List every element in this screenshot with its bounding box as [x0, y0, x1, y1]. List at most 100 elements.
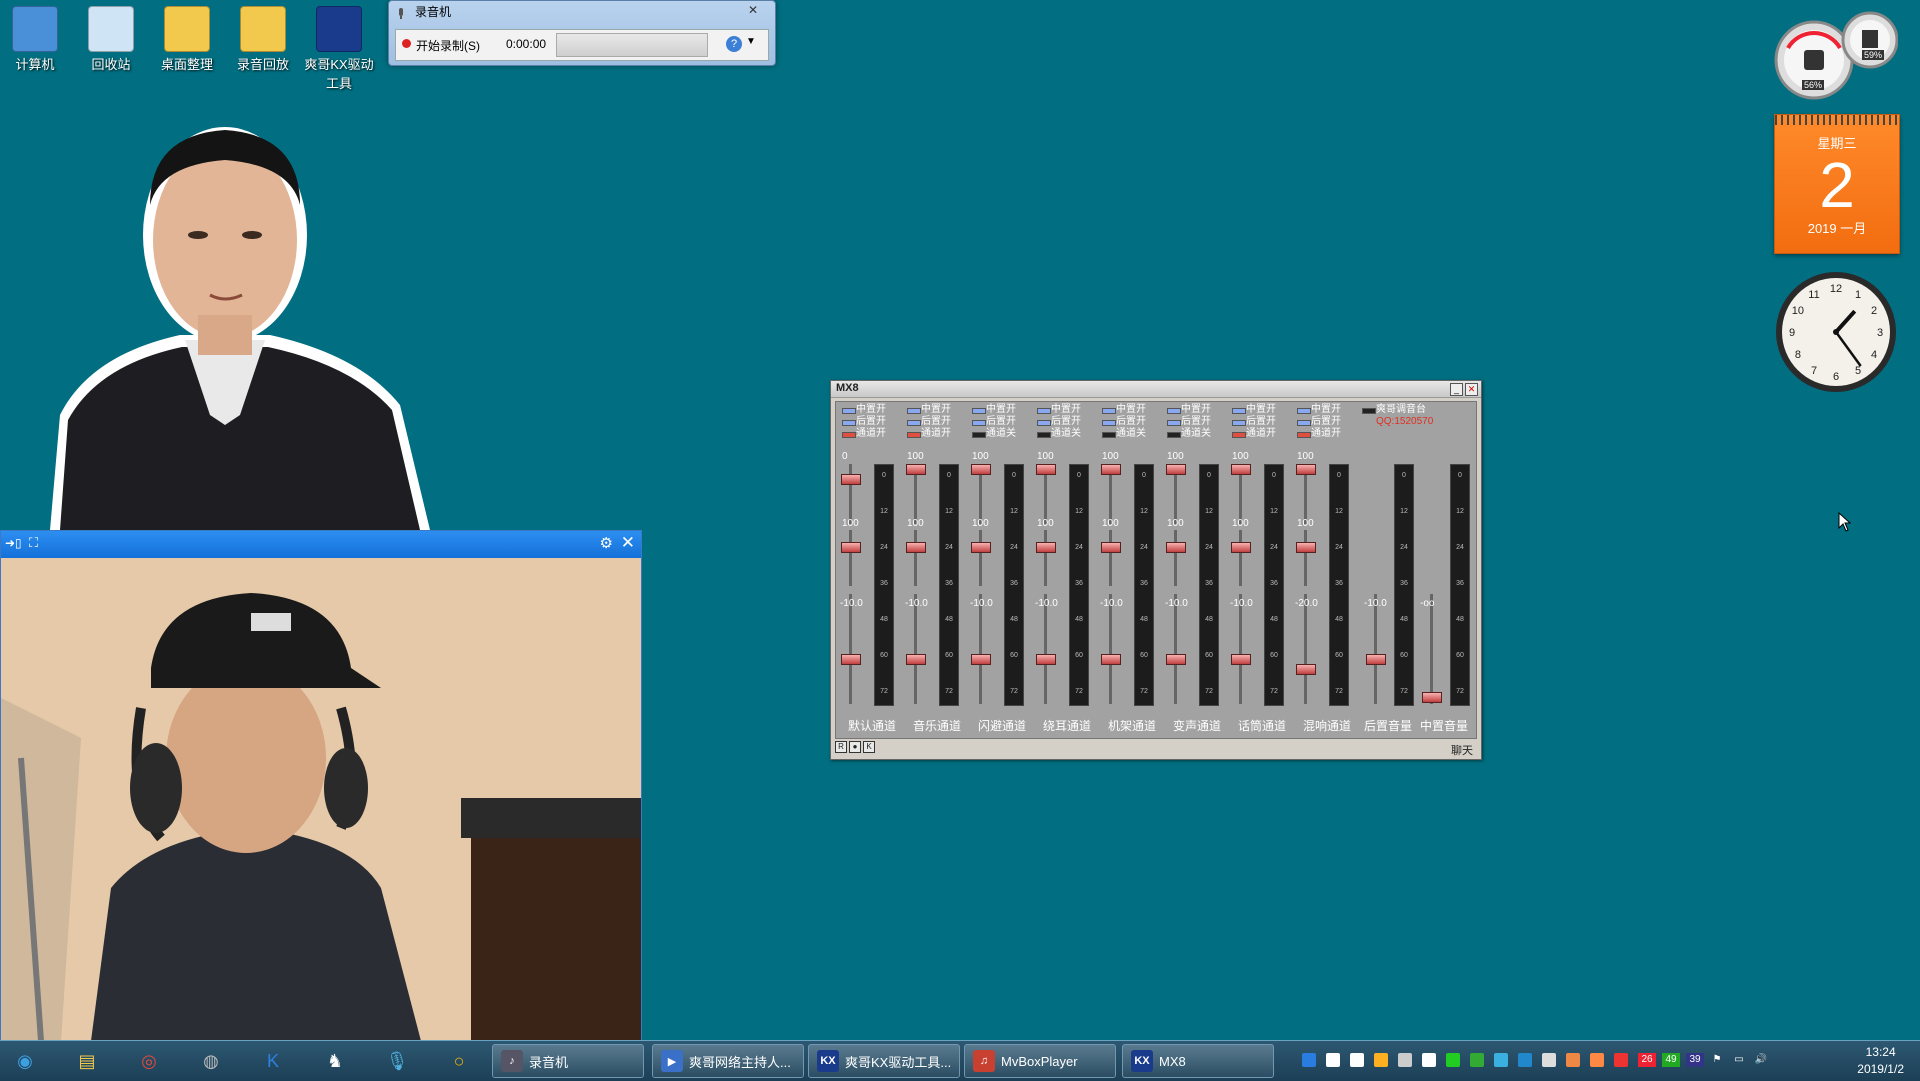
mx8-mixer-window[interactable]: MX8 _ ✕ 中置开 后置开 通道开 0 100 -10.0 0 12 24 36 48 60 72 默… — [830, 380, 1482, 760]
webcam-titlebar[interactable]: ➜▯ ⛶ ⚙ ✕ — [1, 531, 641, 558]
close-icon[interactable]: ✕ — [621, 533, 635, 553]
pan-fader-knob[interactable] — [1036, 542, 1056, 553]
desktop-icon[interactable]: 回收站 — [76, 6, 146, 73]
chevron-down-icon[interactable]: ▼ — [746, 36, 756, 47]
help-icon[interactable]: ? — [726, 36, 742, 52]
explorer-icon[interactable]: ▤ — [64, 1045, 110, 1077]
status-toggle[interactable]: K — [863, 741, 875, 754]
volume-fader-knob[interactable] — [1166, 654, 1186, 665]
channel-toggle[interactable]: 后置开 — [1100, 416, 1146, 428]
mail-icon[interactable] — [1566, 1053, 1580, 1067]
mic-app-icon[interactable]: 🎙 — [374, 1045, 420, 1077]
send-fader-knob[interactable] — [906, 464, 926, 475]
chat-button[interactable]: 聊天 — [1451, 742, 1473, 758]
ime-icon[interactable] — [1326, 1053, 1340, 1067]
chat-icon[interactable] — [1470, 1053, 1484, 1067]
master-fader-knob[interactable] — [1366, 654, 1386, 665]
channel-toggle[interactable]: 后置开 — [1035, 416, 1081, 428]
pin-icon[interactable]: ➜▯ — [5, 536, 22, 550]
tray-counter[interactable]: 26 — [1638, 1053, 1656, 1067]
recorder-titlebar[interactable]: 录音机 ✕ — [389, 1, 775, 23]
send-fader-knob[interactable] — [841, 474, 861, 486]
browser-icon[interactable] — [1518, 1053, 1532, 1067]
volume-fader-knob[interactable] — [971, 654, 991, 665]
taskbar-button[interactable]: KX MX8 — [1122, 1044, 1274, 1078]
volume-fader-knob[interactable] — [1231, 654, 1251, 665]
taskbar-button[interactable]: ▶ 爽哥网络主持人... — [652, 1044, 804, 1078]
channel-toggle[interactable]: 通道开 — [905, 428, 951, 440]
pan-fader-knob[interactable] — [1101, 542, 1121, 553]
send-fader-knob[interactable] — [971, 464, 991, 475]
channel-toggle[interactable]: 中置开 — [840, 404, 886, 416]
desktop-icon[interactable]: 桌面整理 — [152, 6, 222, 73]
sound-recorder-window[interactable]: 录音机 ✕ 开始录制(S) 0:00:00 ? ▼ — [388, 0, 776, 66]
media-icon[interactable]: ◍ — [188, 1045, 234, 1077]
send-fader-knob[interactable] — [1296, 464, 1316, 475]
qq-icon[interactable] — [1302, 1053, 1316, 1067]
channel-toggle[interactable]: 通道关 — [1165, 428, 1211, 440]
tray-clock[interactable]: 13:24 2019/1/2 — [1857, 1044, 1904, 1078]
start-record-button[interactable]: 开始录制(S) — [416, 37, 480, 54]
channel-toggle[interactable]: 中置开 — [1230, 404, 1276, 416]
channel-toggle[interactable]: 后置开 — [905, 416, 951, 428]
channel-toggle[interactable]: 后置开 — [840, 416, 886, 428]
send-fader-knob[interactable] — [1036, 464, 1056, 475]
channel-toggle[interactable]: 中置开 — [1165, 404, 1211, 416]
pan-fader-knob[interactable] — [841, 542, 861, 553]
send-fader-knob[interactable] — [1166, 464, 1186, 475]
music-icon[interactable] — [1614, 1053, 1628, 1067]
channel-toggle[interactable]: 中置开 — [905, 404, 951, 416]
tray-counter[interactable]: 49 — [1662, 1053, 1680, 1067]
chrome-icon[interactable]: ◎ — [126, 1045, 172, 1077]
clock-gadget[interactable]: 1 2 3 4 5 6 7 8 9 10 11 12 — [1774, 270, 1898, 394]
close-button[interactable]: ✕ — [1465, 383, 1478, 396]
arrow-icon[interactable] — [1350, 1053, 1364, 1067]
pan-fader-knob[interactable] — [1166, 542, 1186, 553]
calendar-gadget[interactable]: 星期三 2 2019 一月 — [1774, 114, 1900, 254]
channel-toggle[interactable]: 通道开 — [840, 428, 886, 440]
desktop-icon[interactable]: 爽哥KX驱动工具 — [304, 6, 374, 92]
mixer-titlebar[interactable]: MX8 _ ✕ — [831, 381, 1481, 398]
channel-toggle[interactable]: 通道开 — [1230, 428, 1276, 440]
shield-icon[interactable] — [1422, 1053, 1436, 1067]
channel-toggle[interactable]: 中置开 — [1295, 404, 1341, 416]
taskbar-button[interactable]: KX 爽哥KX驱动工具... — [808, 1044, 960, 1078]
taskbar-button[interactable]: ♪ 录音机 — [492, 1044, 644, 1078]
volume-fader-knob[interactable] — [1296, 664, 1316, 675]
channel-toggle[interactable]: 后置开 — [970, 416, 1016, 428]
flag-icon[interactable]: ⚑ — [1710, 1053, 1724, 1067]
tray-counter[interactable]: 39 — [1686, 1053, 1704, 1067]
network-icon[interactable] — [1494, 1053, 1508, 1067]
status-toggle[interactable]: R — [835, 741, 847, 754]
desktop-icon[interactable]: 录音回放 — [228, 6, 298, 73]
pan-fader-knob[interactable] — [971, 542, 991, 553]
channel-toggle[interactable]: 中置开 — [1035, 404, 1081, 416]
taskbar-button[interactable]: ♫ MvBoxPlayer — [964, 1044, 1116, 1078]
channel-toggle[interactable]: 通道关 — [1100, 428, 1146, 440]
channel-toggle[interactable]: 后置开 — [1230, 416, 1276, 428]
close-icon[interactable]: ✕ — [739, 2, 767, 18]
circle-app-icon[interactable]: ○ — [436, 1045, 482, 1077]
kugou-icon[interactable]: K — [250, 1045, 296, 1077]
channel-toggle[interactable]: 后置开 — [1165, 416, 1211, 428]
speaker-icon[interactable]: 🔊 — [1754, 1053, 1768, 1067]
app-icon[interactable] — [1446, 1053, 1460, 1067]
minimize-button[interactable]: _ — [1450, 383, 1463, 396]
start-orb-icon[interactable]: ◉ — [2, 1045, 48, 1077]
volume-tray-icon[interactable] — [1374, 1053, 1388, 1067]
gear-icon[interactable]: ⚙ — [600, 534, 613, 552]
volume-fader-knob[interactable] — [906, 654, 926, 665]
volume-fader-knob[interactable] — [1101, 654, 1121, 665]
channel-toggle[interactable]: 中置开 — [1100, 404, 1146, 416]
volume-fader-knob[interactable] — [841, 654, 861, 665]
fullscreen-icon[interactable]: ⛶ — [29, 535, 38, 551]
send-fader-knob[interactable] — [1101, 464, 1121, 475]
pan-fader-knob[interactable] — [1296, 542, 1316, 553]
pan-fader-knob[interactable] — [906, 542, 926, 553]
channel-toggle[interactable]: 通道关 — [1035, 428, 1081, 440]
window-icon[interactable] — [1542, 1053, 1556, 1067]
volume-fader-knob[interactable] — [1036, 654, 1056, 665]
channel-toggle[interactable]: 通道开 — [1295, 428, 1341, 440]
usb-icon[interactable] — [1398, 1053, 1412, 1067]
fox-icon[interactable]: ♞ — [312, 1045, 358, 1077]
